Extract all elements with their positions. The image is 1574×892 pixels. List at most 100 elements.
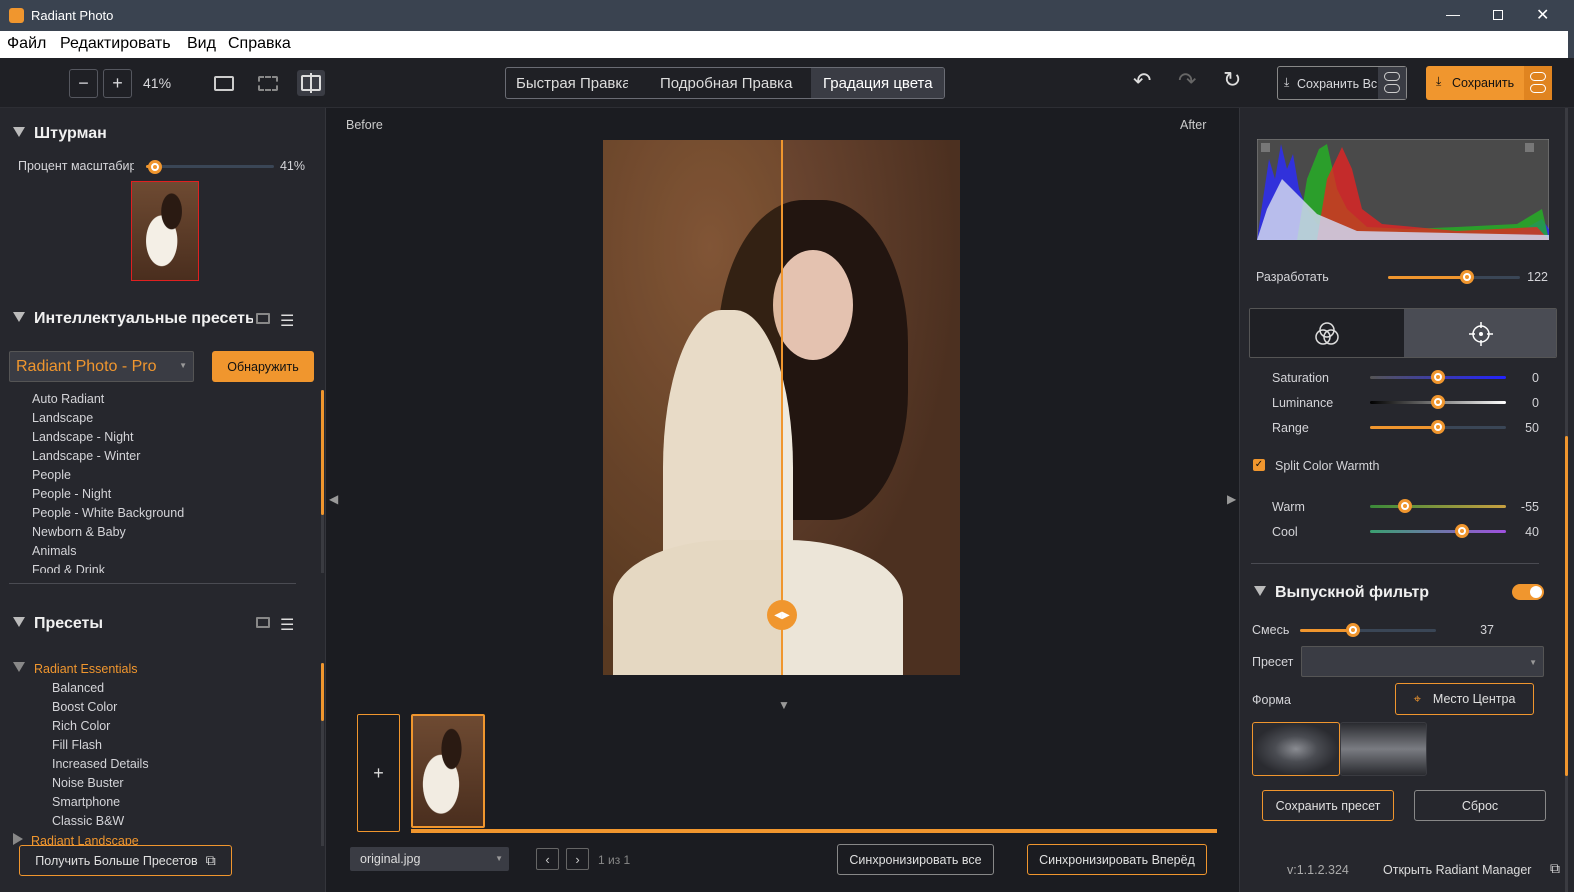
shape-linear-option[interactable] (1340, 722, 1427, 776)
redo-icon[interactable]: ↷ (1178, 68, 1196, 94)
list-item[interactable]: People - Night (32, 487, 111, 501)
list-item[interactable]: People (32, 468, 71, 482)
list-item[interactable]: Landscape - Winter (32, 449, 140, 463)
save-all-button[interactable]: ⤓ Сохранить Все (1277, 66, 1407, 100)
save-all-options-icon[interactable] (1378, 67, 1406, 99)
close-icon[interactable]: ✕ (1536, 5, 1549, 25)
list-item[interactable]: Landscape - Night (32, 430, 133, 444)
tab-quick-edit[interactable]: Быстрая Правка (516, 75, 628, 92)
smart-presets-scrollbar[interactable] (321, 390, 324, 515)
tab-color-grading[interactable]: Градация цвета (811, 68, 944, 98)
target-tab[interactable] (1404, 309, 1556, 357)
shape-radial-option[interactable] (1252, 722, 1340, 776)
saturation-slider-knob[interactable] (1431, 370, 1445, 384)
split-line[interactable] (781, 140, 783, 675)
chevron-down-icon: ▼ (495, 854, 503, 863)
list-item[interactable]: Landscape (32, 411, 93, 425)
smart-preset-dropdown[interactable]: Radiant Photo - Pro ▼ (9, 351, 194, 382)
single-view-icon[interactable] (214, 76, 234, 91)
grid-view-icon[interactable] (256, 617, 270, 628)
presets-scrollbar[interactable] (321, 663, 324, 721)
list-item[interactable]: Smartphone (52, 795, 120, 809)
list-item[interactable]: Auto Radiant (32, 392, 104, 406)
zoom-in-button[interactable]: + (103, 69, 132, 98)
right-scrollbar[interactable] (1565, 436, 1568, 776)
file-dropdown[interactable]: original.jpg ▼ (350, 847, 509, 871)
minimize-icon[interactable]: — (1446, 6, 1460, 22)
warm-label: Warm (1272, 500, 1305, 514)
zoom-slider-track[interactable] (146, 165, 274, 168)
split-view-icon[interactable] (297, 70, 325, 96)
sync-all-button[interactable]: Синхронизировать все (837, 844, 994, 875)
range-slider-knob[interactable] (1431, 420, 1445, 434)
save-preset-button[interactable]: Сохранить пресет (1262, 790, 1394, 821)
photo-canvas[interactable]: ◀▶ (603, 140, 960, 675)
grad-filter-header[interactable]: Выпускной фильтр (1254, 584, 1429, 602)
grad-filter-toggle[interactable] (1512, 584, 1544, 600)
list-view-icon[interactable]: ☰ (280, 615, 294, 635)
list-item[interactable]: Newborn & Baby (32, 525, 126, 539)
menu-view[interactable]: Вид (187, 35, 216, 53)
navigator-header[interactable]: Штурман (13, 125, 107, 143)
reset-icon[interactable]: ↻ (1223, 67, 1241, 93)
presets-header[interactable]: Пресеты (13, 615, 103, 633)
develop-slider-knob[interactable] (1460, 270, 1474, 284)
cool-slider-track[interactable] (1370, 530, 1506, 533)
external-link-icon[interactable]: ⧉ (1550, 860, 1560, 877)
center-place-button[interactable]: ⌖ Место Центра (1395, 683, 1534, 715)
smart-presets-header[interactable]: Интеллектуальные пресеты (13, 310, 253, 328)
menu-help[interactable]: Справка (228, 35, 291, 53)
split-handle-icon[interactable]: ◀▶ (767, 600, 797, 630)
save-options-icon[interactable] (1524, 66, 1552, 100)
list-item[interactable]: People - White Background (32, 506, 184, 520)
undo-icon[interactable]: ↶ (1133, 68, 1151, 94)
navigator-thumbnail[interactable] (131, 181, 199, 281)
list-item[interactable]: Increased Details (52, 757, 149, 771)
smart-preset-value: Radiant Photo - Pro (16, 358, 157, 375)
zoom-slider-knob[interactable] (148, 160, 162, 174)
side-by-side-view-icon[interactable] (258, 76, 278, 91)
warm-slider-track[interactable] (1370, 505, 1506, 508)
prev-page-button[interactable]: ‹ (536, 848, 559, 870)
list-item[interactable]: Fill Flash (52, 738, 102, 752)
reset-button[interactable]: Сброс (1414, 790, 1546, 821)
tab-detailed-edit[interactable]: Подробная Правка (660, 75, 792, 92)
list-item[interactable]: Boost Color (52, 700, 117, 714)
mix-slider-knob[interactable] (1346, 623, 1360, 637)
menu-file[interactable]: Файл (7, 35, 46, 53)
prev-image-icon[interactable]: ◀ (329, 492, 338, 506)
cool-slider-knob[interactable] (1455, 524, 1469, 538)
maximize-icon[interactable] (1493, 10, 1503, 20)
divider (9, 583, 296, 584)
split-warmth-checkbox[interactable]: ✓ (1253, 459, 1265, 471)
open-manager-link[interactable]: Открыть Radiant Manager (1383, 863, 1531, 877)
zoom-out-button[interactable]: − (69, 69, 98, 98)
add-image-button[interactable]: + (357, 714, 400, 832)
luminance-slider-knob[interactable] (1431, 395, 1445, 409)
zoom-percent-label: Процент масштабирования (18, 159, 134, 173)
filmstrip-progress (411, 829, 1217, 833)
collapse-icon (13, 617, 25, 627)
filmstrip-thumbnail[interactable] (411, 714, 485, 828)
menu-edit[interactable]: Редактировать (60, 35, 171, 53)
list-item[interactable]: Classic B&W (52, 814, 124, 828)
list-item[interactable]: Rich Color (52, 719, 110, 733)
list-view-icon[interactable]: ☰ (280, 311, 294, 331)
warm-slider-knob[interactable] (1398, 499, 1412, 513)
grad-preset-dropdown[interactable]: ▼ (1301, 646, 1544, 677)
grid-view-icon[interactable] (256, 313, 270, 324)
get-more-presets-button[interactable]: Получить Больше Пресетов ⧉ (19, 845, 232, 876)
preset-group-essentials[interactable]: Radiant Essentials (13, 662, 138, 676)
next-image-icon[interactable]: ▶ (1227, 492, 1236, 506)
color-circles-tab[interactable] (1250, 309, 1404, 357)
next-page-button[interactable]: › (566, 848, 589, 870)
save-button[interactable]: ⤓ Сохранить (1426, 66, 1552, 100)
detect-button[interactable]: Обнаружить (212, 351, 314, 382)
toggle-filmstrip-icon[interactable]: ▼ (778, 698, 790, 712)
list-item[interactable]: Noise Buster (52, 776, 124, 790)
list-item[interactable]: Food & Drink (32, 563, 105, 573)
list-item[interactable]: Balanced (52, 681, 104, 695)
list-item[interactable]: Animals (32, 544, 76, 558)
sync-forward-button[interactable]: Синхронизировать Вперёд (1027, 844, 1207, 875)
detect-button-label: Обнаружить (227, 359, 299, 374)
